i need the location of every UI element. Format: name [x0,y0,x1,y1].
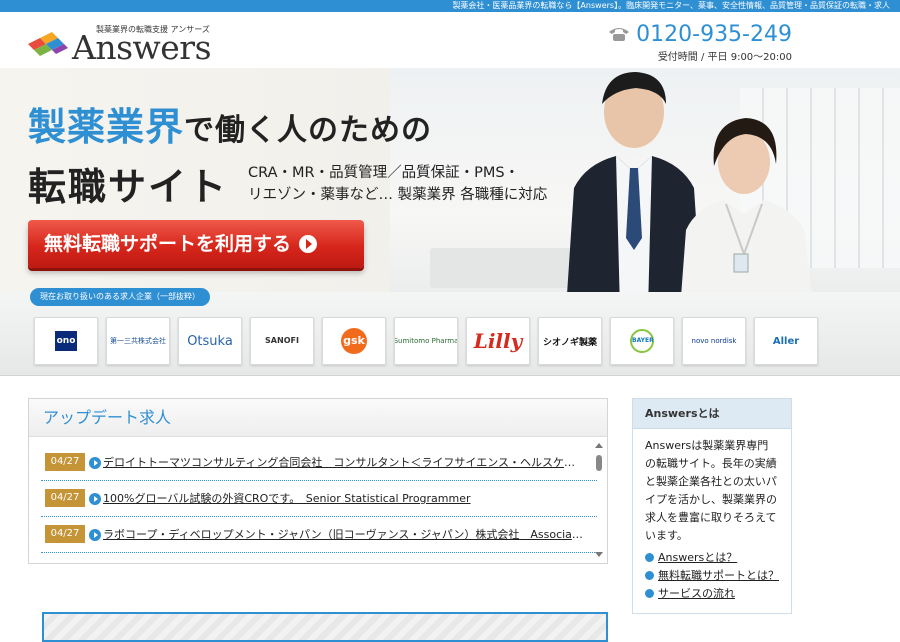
company-logo-otsuka[interactable]: Otsuka [178,317,242,365]
puzzle-logo-icon [28,32,68,56]
phone-icon [609,28,630,41]
bottom-banner[interactable] [42,612,608,642]
link-free-support[interactable]: 無料転職サポートとは？ [645,567,779,585]
business-hours: 受付時間 / 平日 9:00〜20:00 [657,52,792,63]
arrow-right-icon [89,457,101,469]
top-info-bar: 製薬会社・医薬品業界の転職なら【Answers】。臨床開発モニター、薬事、安全性… [0,0,900,12]
cta-label: 無料転職サポートを利用する [44,233,292,255]
site-header: 製薬業界の転職支援 アンサーズ Answers 0120-935-249 受付時… [0,12,900,68]
job-update-link[interactable]: ラボコープ・ディベロップメント・ジャパン（旧コーヴァンス・ジャパン）株式会社 A… [103,526,585,542]
job-updates-list: 04/27 デロイトトーマツコンサルティング合同会社 コンサルタント＜ライフサイ… [41,445,597,557]
company-logo-list: ono 第一三共株式会社 Otsuka SANOFI gsk Sumitomo … [34,317,818,365]
job-date-badge: 04/27 [45,453,85,471]
top-info-text: 製薬会社・医薬品業界の転職なら【Answers】。臨床開発モニター、薬事、安全性… [452,1,890,10]
hero-subtitle-line2: リエゾン・薬事など… 製薬業界 各職種に対応 [248,187,548,203]
job-update-link[interactable]: 100%グローバル試験の外資CROです。 Senior Statistical … [103,490,585,506]
arrow-right-icon [89,493,101,505]
play-arrow-icon [299,235,318,253]
job-updates-title: アップデート求人 [29,399,607,437]
job-date-badge: 04/27 [45,525,85,543]
company-logo-sanofi[interactable]: SANOFI [250,317,314,365]
link-about-answers[interactable]: Answersとは？ [645,549,779,567]
company-logo-strip: 現在お取り扱いのある求人企業（一部抜粋） ono 第一三共株式会社 Otsuka… [0,288,900,376]
job-update-item: 04/27 ラボコープ・ディベロップメント・ジャパン（旧コーヴァンス・ジャパン）… [41,517,597,553]
site-logo[interactable]: 製薬業界の転職支援 アンサーズ Answers [26,20,226,67]
hero-title-highlight: 製薬業界 [28,105,185,149]
company-logo-shionogi[interactable]: シオノギ製薬 [538,317,602,365]
scroll-down-icon[interactable] [595,552,603,557]
scroll-up-icon[interactable] [595,443,603,448]
job-list-scrollbar[interactable] [595,443,603,557]
job-update-item: 04/27 デロイトトーマツコンサルティング合同会社 コンサルタント＜ライフサイ… [41,445,597,481]
link-service-flow[interactable]: サービスの流れ [645,585,779,603]
job-date-badge: 04/27 [45,489,85,507]
hero-title-line1: 製薬業界で働く人のための [28,96,432,151]
free-support-cta-button[interactable]: 無料転職サポートを利用する [28,220,364,268]
job-update-link[interactable]: デロイトトーマツコンサルティング合同会社 コンサルタント＜ライフサイエンス・ヘル… [103,454,585,470]
about-links: Answersとは？ 無料転職サポートとは？ サービスの流れ [645,549,779,603]
logo-wordmark: Answers [72,28,212,67]
businesswoman-photo [680,118,814,310]
hero-subtitle-line1: CRA・MR・品質管理／品質保証・PMS・ [248,165,520,181]
job-update-item: 04/27 100%グローバル試験の外資CROです。 Senior Statis… [41,481,597,517]
company-logo-lilly[interactable]: Lilly [466,317,530,365]
hero-banner: 製薬業界で働く人のための 転職サイト CRA・MR・品質管理／品質保証・PMS・… [0,68,900,310]
arrow-right-icon [89,529,101,541]
about-description: Answersは製薬業界専門の転職サイト。長年の実績と製薬企業各社との太いパイプ… [645,439,777,542]
about-answers-box: Answersとは Answersは製薬業界専門の転職サイト。長年の実績と製薬企… [632,398,792,614]
hero-subtitle: CRA・MR・品質管理／品質保証・PMS・ リエゾン・薬事など… 製薬業界 各職… [248,162,547,206]
hero-title-rest: で働く人のための [184,113,433,148]
company-logo-daiichi-sankyo[interactable]: 第一三共株式会社 [106,317,170,365]
job-updates-panel: アップデート求人 04/27 デロイトトーマツコンサルティング合同会社 コンサル… [28,398,608,564]
company-logo-sumitomo-pharma[interactable]: Sumitomo Pharma [394,317,458,365]
scroll-thumb[interactable] [596,455,602,471]
company-logo-gsk[interactable]: gsk [322,317,386,365]
about-title: Answersとは [633,399,791,429]
company-logo-allergan[interactable]: Aller [754,317,818,365]
company-logo-novo-nordisk[interactable]: novo nordisk [682,317,746,365]
hero-title-line2: 転職サイト [28,165,229,209]
company-logo-bayer[interactable]: BAYER [610,317,674,365]
phone-text: 0120-935-249 [636,22,792,47]
company-logo-ono[interactable]: ono [34,317,98,365]
companies-label: 現在お取り扱いのある求人企業（一部抜粋） [30,288,210,306]
phone-number[interactable]: 0120-935-249 [608,22,792,47]
